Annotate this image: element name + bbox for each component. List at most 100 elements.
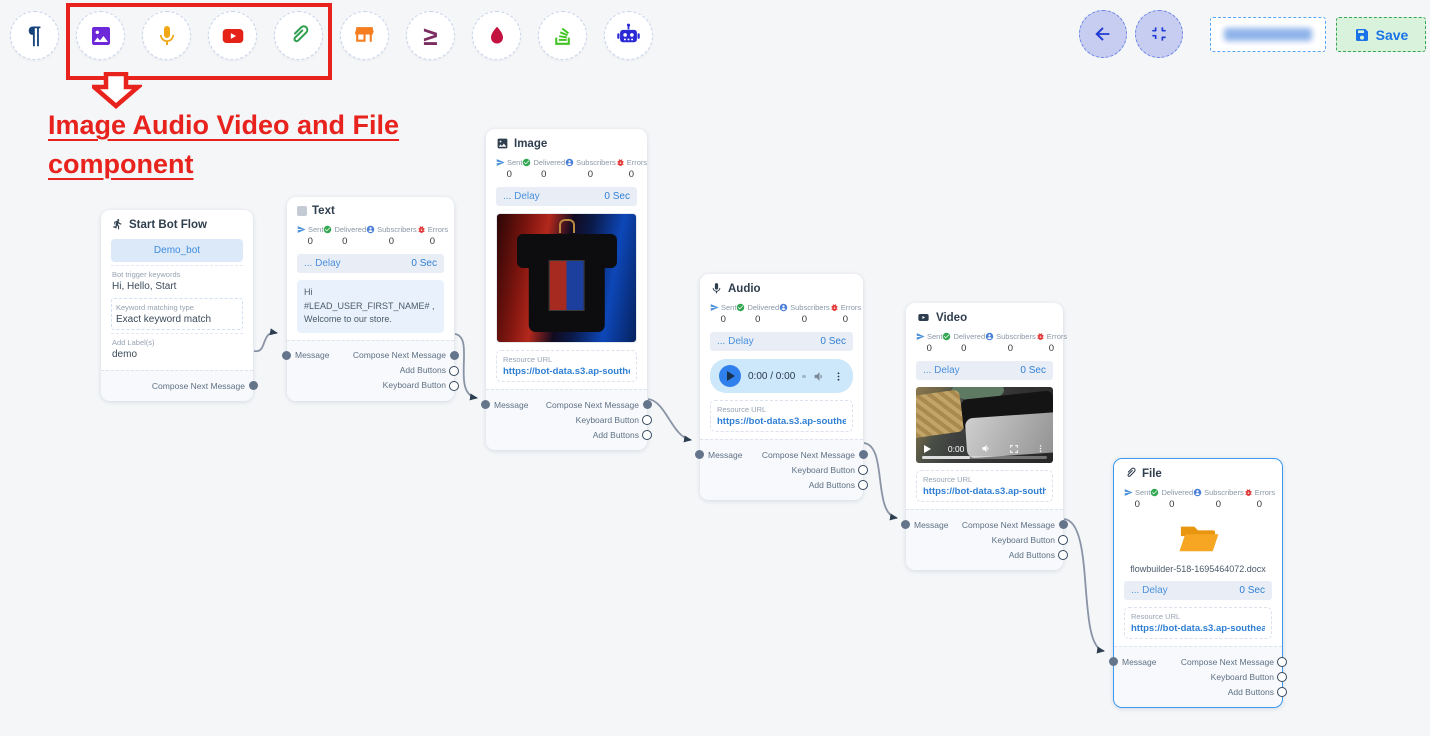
output-port-compose[interactable] [859, 450, 868, 459]
stats-row: Sent0 Delivered0 Subscribers0 Errors0 [297, 225, 444, 247]
output-port-add-buttons[interactable] [1277, 687, 1287, 697]
node-file[interactable]: File Sent0 Delivered0 Subscribers0 Error… [1113, 458, 1283, 708]
video-progress-fill [922, 456, 970, 459]
pilcrow-icon: ¶ [28, 24, 41, 48]
resource-url-link[interactable]: https://bot-data.s3.ap-southeast-1.wasab… [503, 366, 630, 377]
stat-sent: Sent0 [1124, 488, 1150, 510]
node-footer: Compose Next Message [101, 370, 253, 401]
field-add-labels[interactable]: Add Label(s) demo [111, 333, 243, 363]
delay-setting[interactable]: ... Delay0 Sec [496, 187, 637, 206]
video-progress[interactable] [922, 456, 1047, 459]
paperclip-icon [1124, 467, 1137, 480]
node-title: Video [936, 312, 967, 324]
blurred-action-button[interactable] [1210, 17, 1326, 52]
output-port-compose[interactable] [249, 381, 258, 390]
output-port-keyboard[interactable] [1058, 535, 1068, 545]
output-port-keyboard[interactable] [858, 465, 868, 475]
save-button[interactable]: Save [1336, 17, 1426, 52]
video-player[interactable]: 0:00 [916, 387, 1053, 463]
annotation-down-arrow-icon [92, 72, 142, 109]
toolbar-text-component[interactable]: ¶ [10, 11, 59, 60]
resource-url-link[interactable]: https://bot-data.s3.ap-southeast-1.wasab… [1131, 623, 1265, 634]
delay-setting[interactable]: ... Delay0 Sec [916, 361, 1053, 380]
node-title: Text [312, 205, 335, 217]
stat-delivered: Delivered0 [736, 303, 779, 325]
fullscreen-icon[interactable] [1009, 444, 1019, 454]
image-preview[interactable] [496, 213, 637, 343]
node-video[interactable]: Video Sent0 Delivered0 Subscribers0 Erro… [906, 303, 1063, 570]
delay-setting[interactable]: ... Delay0 Sec [1124, 581, 1272, 600]
errors-icon [1036, 332, 1045, 341]
sent-icon [496, 158, 505, 167]
compress-icon [1149, 24, 1169, 44]
input-label-message: Message [295, 350, 330, 360]
fit-view-button[interactable] [1135, 10, 1183, 58]
field-bot-trigger-keywords[interactable]: Bot trigger keywords Hi, Hello, Start [111, 265, 243, 295]
output-port-keyboard[interactable] [1277, 672, 1287, 682]
toolbar-sequence-component[interactable] [538, 11, 587, 60]
field-label: Bot trigger keywords [112, 270, 242, 279]
output-port-compose[interactable] [450, 351, 459, 360]
input-port-message[interactable] [282, 351, 291, 360]
speaker-icon[interactable] [813, 370, 826, 383]
resource-url-block: Resource URL https://bot-data.s3.ap-sout… [496, 350, 637, 382]
errors-icon [417, 225, 426, 234]
node-title-row: Text [297, 205, 444, 217]
node-audio[interactable]: Audio Sent0 Delivered0 Subscribers0 Erro… [700, 274, 863, 500]
input-label-message: Message [708, 450, 743, 460]
file-preview[interactable]: flowbuilder-518-1695464072.docx [1124, 519, 1272, 574]
sent-icon [297, 225, 306, 234]
subscribers-icon [565, 158, 574, 167]
bot-select[interactable]: Demo_bot [111, 239, 243, 262]
field-keyword-matching-type[interactable]: Keyword matching type Exact keyword matc… [111, 298, 243, 330]
message-text[interactable]: Hi #LEAD_USER_FIRST_NAME# , Welcome to o… [297, 280, 444, 333]
stat-subscribers: Subscribers0 [565, 158, 616, 180]
delay-setting[interactable]: ... Delay0 Sec [710, 332, 853, 351]
input-port-message[interactable] [695, 450, 704, 459]
back-button[interactable] [1079, 10, 1127, 58]
toolbar-ecommerce-component[interactable] [340, 11, 389, 60]
toolbar-drip-component[interactable] [472, 11, 521, 60]
stat-sent: Sent0 [710, 303, 736, 325]
node-start-bot-flow[interactable]: Start Bot Flow Demo_bot Bot trigger keyw… [101, 210, 253, 401]
audio-progress[interactable] [802, 375, 806, 378]
resource-url-link[interactable]: https://bot-data.s3.ap-southeast-1.wasab… [717, 416, 846, 427]
output-label-keyboard: Keyboard Button [792, 465, 855, 475]
input-port-message[interactable] [901, 520, 910, 529]
output-port-add-buttons[interactable] [858, 480, 868, 490]
output-port-add-buttons[interactable] [642, 430, 652, 440]
stat-subscribers: Subscribers0 [985, 332, 1036, 354]
kebab-menu-icon[interactable] [833, 370, 844, 383]
resource-url-link[interactable]: https://bot-data.s3.ap-southeast-1.wasab… [923, 486, 1046, 497]
node-text[interactable]: Text Sent0 Delivered0 Subscribers0 Error… [287, 197, 454, 401]
output-port-compose[interactable] [643, 400, 652, 409]
annotation-highlight-box [66, 3, 332, 80]
output-port-keyboard[interactable] [642, 415, 652, 425]
play-button[interactable] [719, 365, 741, 387]
field-label: Keyword matching type [116, 303, 238, 312]
node-footer: Message Compose Next Message Add Buttons… [287, 340, 454, 401]
delay-setting[interactable]: ... Delay0 Sec [297, 254, 444, 273]
node-image[interactable]: Image Sent0 Delivered0 Subscribers0 Erro… [486, 129, 647, 450]
audio-player[interactable]: 0:00 / 0:00 [710, 359, 853, 393]
image-icon [496, 137, 509, 150]
tshirt-print-shape [548, 260, 585, 311]
toolbar-bot-ai-component[interactable] [604, 11, 653, 60]
input-port-message[interactable] [1109, 657, 1118, 666]
floppy-icon [1354, 27, 1370, 43]
video-controls: 0:00 [916, 443, 1053, 454]
output-port-keyboard[interactable] [449, 381, 459, 391]
output-port-add-buttons[interactable] [449, 366, 459, 376]
play-icon[interactable] [924, 445, 931, 453]
output-port-add-buttons[interactable] [1058, 550, 1068, 560]
output-label-add-buttons: Add Buttons [1009, 550, 1055, 560]
video-time: 0:00 [948, 444, 965, 454]
input-port-message[interactable] [481, 400, 490, 409]
stat-sent: Sent0 [297, 225, 323, 247]
annotation-line1: Image Audio Video and File [48, 110, 399, 140]
toolbar-condition-component[interactable]: ≥ [406, 11, 455, 60]
output-port-compose[interactable] [1277, 657, 1287, 667]
speaker-icon[interactable] [981, 443, 992, 454]
output-port-compose[interactable] [1059, 520, 1068, 529]
kebab-menu-icon[interactable] [1036, 443, 1045, 454]
